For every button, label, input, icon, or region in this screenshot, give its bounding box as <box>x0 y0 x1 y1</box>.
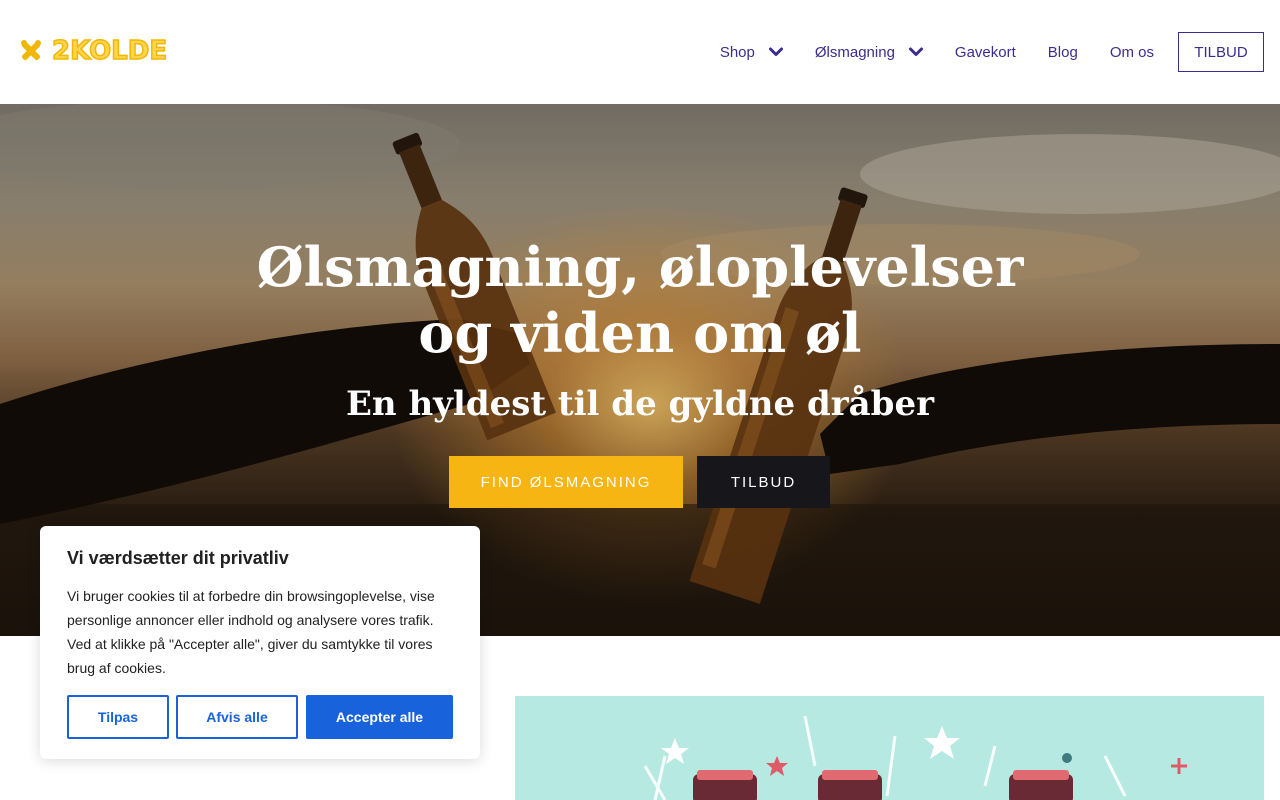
beer-bottles-illustration <box>643 715 1187 800</box>
cookie-customize-button[interactable]: Tilpas <box>67 695 169 739</box>
find-olsmagning-button[interactable]: FIND ØLSMAGNING <box>449 456 683 508</box>
nav-item-label: Om os <box>1109 43 1154 61</box>
beer-mug-icon <box>21 40 41 61</box>
cookie-description: Vi bruger cookies til at forbedre din br… <box>67 588 435 676</box>
hero-title: Ølsmagning, øloplevelser og viden om øl <box>256 235 1024 365</box>
cookie-consent-banner: Vi værdsætter dit privatliv Vi bruger co… <box>40 526 480 759</box>
nav-item-gavekort[interactable]: Gavekort <box>955 44 1016 61</box>
main-nav: Shop Ølsmagning Gavekort Blog Om os TILB… <box>688 32 1264 72</box>
site-header: 2KOLDE Shop Ølsmagning Gavekort Blog Om … <box>0 0 1280 104</box>
nav-item-label: Ølsmagning <box>814 43 895 61</box>
chevron-down-icon[interactable] <box>908 47 923 57</box>
nav-tilbud-button[interactable]: TILBUD <box>1178 32 1264 72</box>
cookie-reject-button[interactable]: Afvis alle <box>176 695 298 739</box>
logo-text: 2KOLDE <box>51 35 168 67</box>
nav-item-blog[interactable]: Blog <box>1048 44 1078 61</box>
nav-item-shop[interactable]: Shop <box>720 44 783 61</box>
cookie-accept-button[interactable]: Accepter alle <box>306 695 453 739</box>
nav-item-om-os[interactable]: Om os <box>1110 44 1154 61</box>
cookie-title: Vi værdsætter dit privatliv <box>67 548 289 568</box>
site-logo[interactable]: 2KOLDE <box>18 35 168 67</box>
hero-tilbud-button[interactable]: TILBUD <box>697 456 830 508</box>
nav-item-label: Blog <box>1047 43 1078 61</box>
featured-illustration <box>515 696 1264 800</box>
nav-item-label: Gavekort <box>954 43 1016 61</box>
chevron-down-icon[interactable] <box>768 47 783 57</box>
nav-item-label: Shop <box>719 43 755 61</box>
nav-item-olsmagning[interactable]: Ølsmagning <box>815 44 923 61</box>
hero-subtitle: En hyldest til de gyldne dråber <box>345 384 934 424</box>
